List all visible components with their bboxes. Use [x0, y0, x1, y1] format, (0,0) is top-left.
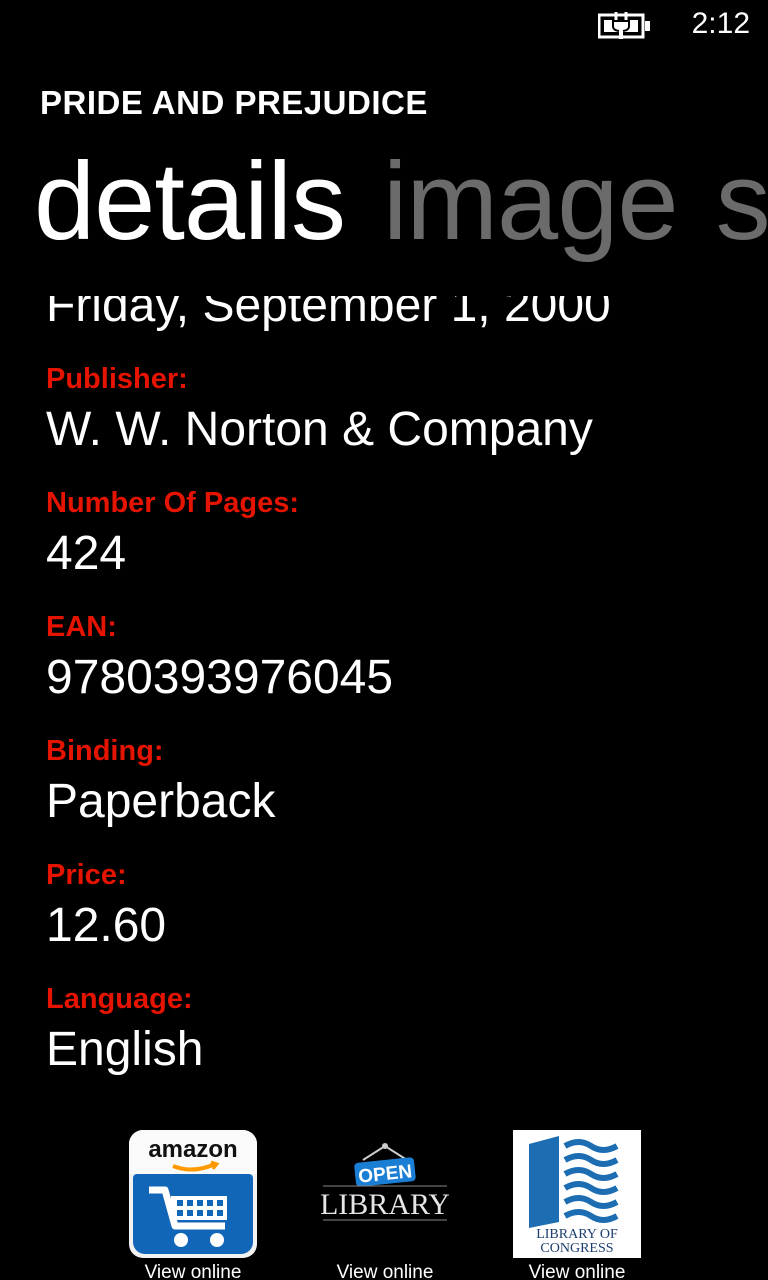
page-title: PRIDE AND PREJUDICE: [40, 84, 428, 121]
status-bar: 2:12: [0, 0, 768, 50]
open-library-logo-icon: OPEN LIBRARY: [320, 1130, 450, 1258]
shopping-cart-icon: [149, 1160, 227, 1247]
publisher-label: Publisher:: [46, 363, 188, 395]
pivot-item-image[interactable]: image: [383, 140, 679, 263]
congress-text: CONGRESS: [540, 1241, 613, 1256]
pages-value: 424: [46, 527, 127, 580]
open-library-sign-icon: OPEN LIBRARY: [320, 1143, 450, 1221]
price-value: 12.60: [46, 899, 167, 952]
clock: 2:12: [691, 7, 750, 40]
amazon-caption: View online: [144, 1262, 242, 1280]
details-list: Friday, September 1, 2000 Publisher: W. …: [46, 296, 746, 1082]
app-page: 2:12 PRIDE AND PREJUDICE details image s F…: [0, 0, 768, 1280]
language-value: English: [46, 1023, 204, 1076]
amazon-link[interactable]: amazon View online: [128, 1130, 258, 1280]
publisher-value: W. W. Norton & Company: [46, 403, 593, 456]
pivot-item-details[interactable]: details: [34, 140, 346, 263]
pivot-item-next[interactable]: s: [716, 140, 768, 263]
library-book-icon: LIBRARY OF CONGRESS: [529, 1136, 619, 1256]
library-of-congress-caption: View online: [528, 1262, 626, 1280]
pages-label: Number Of Pages:: [46, 487, 299, 519]
open-library-caption: View online: [336, 1262, 434, 1280]
ean-label: EAN:: [46, 611, 117, 643]
library-sign-text: LIBRARY: [321, 1188, 449, 1221]
price-label: Price:: [46, 859, 127, 891]
pivot-header: details image s: [34, 140, 768, 264]
battery-charging-icon: [598, 12, 650, 39]
library-of-text: LIBRARY OF: [536, 1227, 618, 1242]
ean-value: 9780393976045: [46, 651, 394, 704]
date-value: Friday, September 1, 2000: [46, 296, 611, 332]
language-label: Language:: [46, 983, 193, 1015]
library-of-congress-link[interactable]: LIBRARY OF CONGRESS View online: [512, 1130, 642, 1280]
library-of-congress-logo-icon: LIBRARY OF CONGRESS: [513, 1130, 641, 1258]
open-library-link[interactable]: OPEN LIBRARY View online: [320, 1130, 450, 1280]
binding-value: Paperback: [46, 775, 276, 828]
amazon-logo-icon: amazon: [129, 1130, 257, 1258]
external-links: amazon View online OPEN LIBRARY View onl…: [0, 1130, 768, 1280]
details-scroll-area[interactable]: Friday, September 1, 2000 Publisher: W. …: [0, 296, 768, 1116]
open-sign-text: OPEN: [357, 1161, 413, 1188]
binding-label: Binding:: [46, 735, 164, 767]
